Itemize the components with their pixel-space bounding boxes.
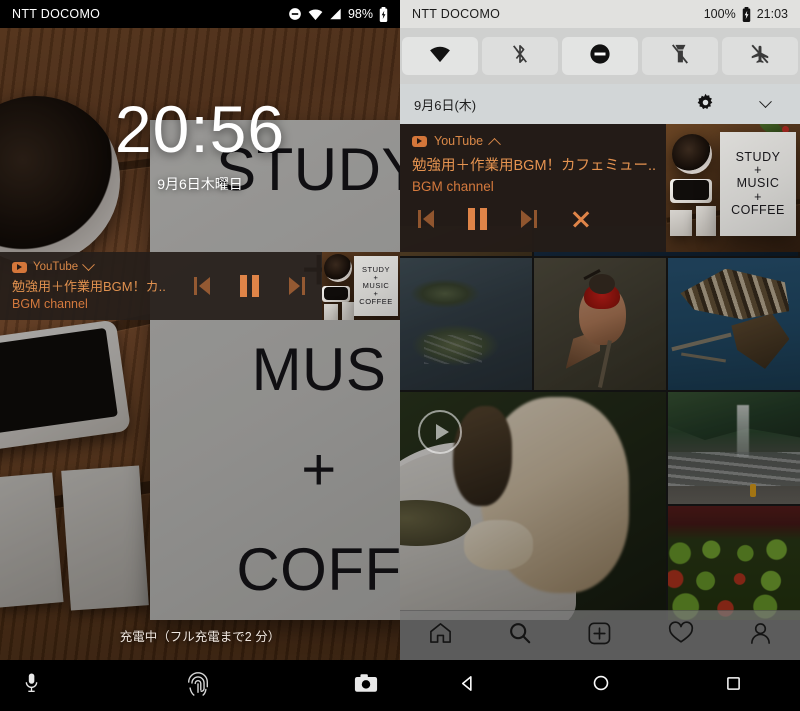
grid-tile-hummingbird[interactable]: [534, 258, 666, 390]
previous-icon[interactable]: [194, 277, 210, 295]
carrier-label: NTT DOCOMO: [412, 7, 501, 21]
quick-tile-airplane-mode[interactable]: [722, 37, 798, 75]
next-icon[interactable]: [521, 210, 537, 228]
grid-tile-lettuce-pots[interactable]: [668, 506, 800, 620]
flashlight-off-icon: [670, 43, 690, 70]
youtube-icon: [412, 135, 427, 147]
gear-icon[interactable]: [696, 93, 715, 115]
lockscreen-time: 20:56: [114, 92, 286, 166]
media-controls: [194, 275, 305, 297]
profile-icon[interactable]: [749, 621, 772, 650]
notification-app-row[interactable]: YouTube: [412, 134, 670, 151]
shade-date-label: 9月6日(木): [414, 97, 477, 113]
search-icon[interactable]: [508, 621, 532, 650]
grid-tile-waterfall[interactable]: [668, 392, 800, 504]
notification-title: 勉強用＋作業用BGM！カフェミュー..: [412, 158, 657, 174]
shade-clock: 21:03: [756, 7, 788, 21]
camera-icon[interactable]: [354, 673, 378, 698]
quick-tile-flashlight[interactable]: [642, 37, 718, 75]
lockscreen-date: 9月6日木曜日: [157, 176, 243, 192]
shade-media-notification[interactable]: YouTube 勉強用＋作業用BGM！カフェミュー.. BGM channel: [400, 124, 800, 252]
play-icon: [418, 410, 462, 454]
add-post-icon[interactable]: [587, 621, 612, 651]
notification-app-row[interactable]: YouTube: [12, 257, 180, 273]
media-controls: [412, 208, 670, 230]
chevron-up-icon[interactable]: [488, 137, 501, 151]
notification-title: 勉強用＋作業用BGM！カ..: [12, 279, 166, 294]
grid-tile-dog-video[interactable]: [400, 392, 666, 620]
pause-icon[interactable]: [240, 275, 259, 297]
instagram-tab-bar: [400, 610, 800, 660]
shade-date-row: 9月6日(木): [400, 84, 800, 124]
notification-app-name: YouTube: [434, 134, 484, 148]
lockscreen-bottom-bar: [0, 660, 400, 711]
notification-app-name: YouTube: [33, 261, 79, 273]
chevron-down-icon[interactable]: [759, 94, 772, 108]
airplane-mode-off-icon: [749, 43, 771, 70]
left-panel-lockscreen: STUDY + MUS + COFF NTT DOCOMO: [0, 0, 400, 711]
battery-charging-icon: [742, 6, 751, 22]
chevron-down-icon[interactable]: [82, 257, 96, 271]
notification-subtitle: BGM channel: [12, 297, 88, 311]
grid-tile-lake-islands[interactable]: [400, 258, 532, 390]
notification-text-block: YouTube 勉強用＋作業用BGM！カ.. BGM channel: [0, 257, 180, 311]
activity-heart-icon[interactable]: [668, 621, 694, 650]
carrier-label: NTT DOCOMO: [12, 7, 101, 21]
pause-icon[interactable]: [468, 208, 487, 230]
previous-icon[interactable]: [418, 210, 434, 228]
album-art-thumbnail: STUDY + MUSIC + COFFEE: [666, 124, 800, 252]
album-art-thumbnail: STUDY + MUSIC + COFFEE: [322, 252, 400, 320]
signal-icon: [329, 8, 342, 20]
wifi-icon: [308, 8, 323, 21]
battery-percent-label: 98%: [347, 7, 373, 21]
right-panel-notification-shade: NTT DOCOMO 100% 21:03 9月6日(木) YouTube 勉強…: [400, 0, 800, 711]
close-icon[interactable]: [571, 209, 591, 229]
charging-status-text: 充電中（フル充電まで2 分）: [119, 630, 281, 644]
battery-percent-label: 100%: [703, 7, 736, 21]
right-status-bar: NTT DOCOMO 100% 21:03: [400, 0, 800, 28]
wifi-icon: [429, 45, 451, 68]
notification-text-block: YouTube 勉強用＋作業用BGM！カフェミュー.. BGM channel: [400, 124, 670, 230]
quick-tile-do-not-disturb[interactable]: [562, 37, 638, 75]
youtube-icon: [12, 261, 27, 273]
notification-subtitle: BGM channel: [412, 179, 494, 194]
do-not-disturb-icon: [589, 43, 611, 70]
next-icon[interactable]: [289, 277, 305, 295]
mic-icon[interactable]: [22, 671, 41, 700]
lockscreen-clock-block: 20:56 9月6日木曜日: [0, 96, 400, 194]
android-navigation-bar: [400, 660, 800, 711]
home-icon[interactable]: [592, 674, 610, 697]
recents-icon[interactable]: [725, 675, 742, 697]
quick-tile-wifi[interactable]: [402, 37, 478, 75]
fingerprint-icon[interactable]: [185, 669, 211, 702]
home-icon[interactable]: [428, 621, 453, 650]
quick-tile-bluetooth[interactable]: [482, 37, 558, 75]
back-icon[interactable]: [458, 674, 477, 698]
quick-settings-row: [400, 28, 800, 84]
left-status-bar: NTT DOCOMO 98%: [0, 0, 400, 28]
grid-tile-eagle[interactable]: [668, 258, 800, 390]
dual-screenshot-composite: STUDY + MUS + COFF NTT DOCOMO: [0, 0, 800, 711]
do-not-disturb-icon: [288, 7, 302, 21]
bluetooth-off-icon: [511, 43, 529, 70]
lockscreen-media-notification[interactable]: YouTube 勉強用＋作業用BGM！カ.. BGM channel STUDY…: [0, 252, 400, 320]
battery-charging-icon: [379, 6, 388, 22]
